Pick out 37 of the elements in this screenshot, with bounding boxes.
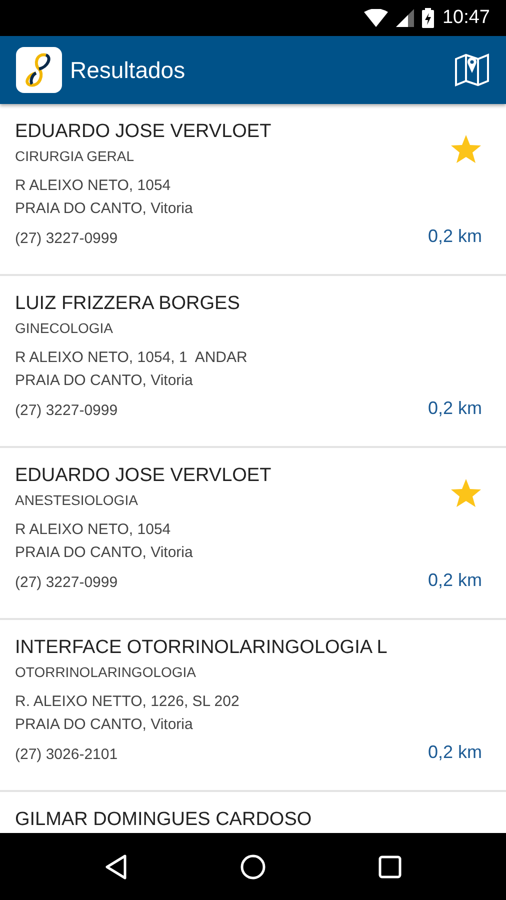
wifi-icon	[364, 9, 388, 27]
app-title: Resultados	[70, 56, 186, 85]
phone-text: (27) 3227-0999	[15, 401, 119, 421]
phone-text: (27) 3227-0999	[15, 229, 119, 249]
specialty-text: OTORRINOLARINGOLOGIA	[15, 663, 197, 682]
district-text: PRAIA DO CANTO, Vitoria	[15, 371, 194, 391]
map-icon[interactable]	[454, 53, 490, 87]
distance-text: 0,2 km	[428, 397, 482, 420]
distance-text: 0,2 km	[428, 225, 482, 248]
status-time: 10:47	[442, 6, 490, 30]
doctor-name: EDUARDO JOSE VERVLOET	[15, 464, 272, 488]
distance-text: 0,2 km	[428, 569, 482, 592]
specialty-text: GINECOLOGIA	[15, 319, 114, 338]
address-text: R ALEIXO NETO, 1054, 1 ANDAR	[15, 348, 248, 368]
doctor-name: LUIZ FRIZZERA BORGES	[15, 292, 241, 316]
star-icon[interactable]	[450, 134, 482, 164]
distance-text: 0,2 km	[428, 741, 482, 764]
doctor-name: EDUARDO JOSE VERVLOET	[15, 120, 272, 144]
district-text: PRAIA DO CANTO, Vitoria	[15, 199, 194, 219]
address-text: R ALEIXO NETO, 1054	[15, 520, 172, 540]
star-icon[interactable]	[450, 478, 482, 508]
specialty-text: ANESTESIOLOGIA	[15, 491, 139, 510]
district-text: PRAIA DO CANTO, Vitoria	[15, 715, 194, 735]
address-text: R ALEIXO NETO, 1054	[15, 176, 172, 196]
specialty-text: CIRURGIA GERAL	[15, 147, 136, 166]
battery-icon	[422, 8, 434, 28]
district-text: PRAIA DO CANTO, Vitoria	[15, 543, 194, 563]
phone-text: (27) 3026-2101	[15, 745, 119, 765]
recents-icon[interactable]	[378, 854, 402, 878]
phone-text: (27) 3227-0999	[15, 573, 119, 593]
doctor-name: GILMAR DOMINGUES CARDOSO	[15, 808, 313, 832]
address-text: R. ALEIXO NETTO, 1226, SL 202	[15, 692, 240, 712]
back-icon[interactable]	[104, 854, 128, 880]
home-icon[interactable]	[240, 854, 266, 880]
doctor-name: INTERFACE OTORRINOLARINGOLOGIA L	[15, 636, 388, 660]
app-logo-icon	[16, 47, 62, 93]
signal-icon	[396, 9, 414, 27]
